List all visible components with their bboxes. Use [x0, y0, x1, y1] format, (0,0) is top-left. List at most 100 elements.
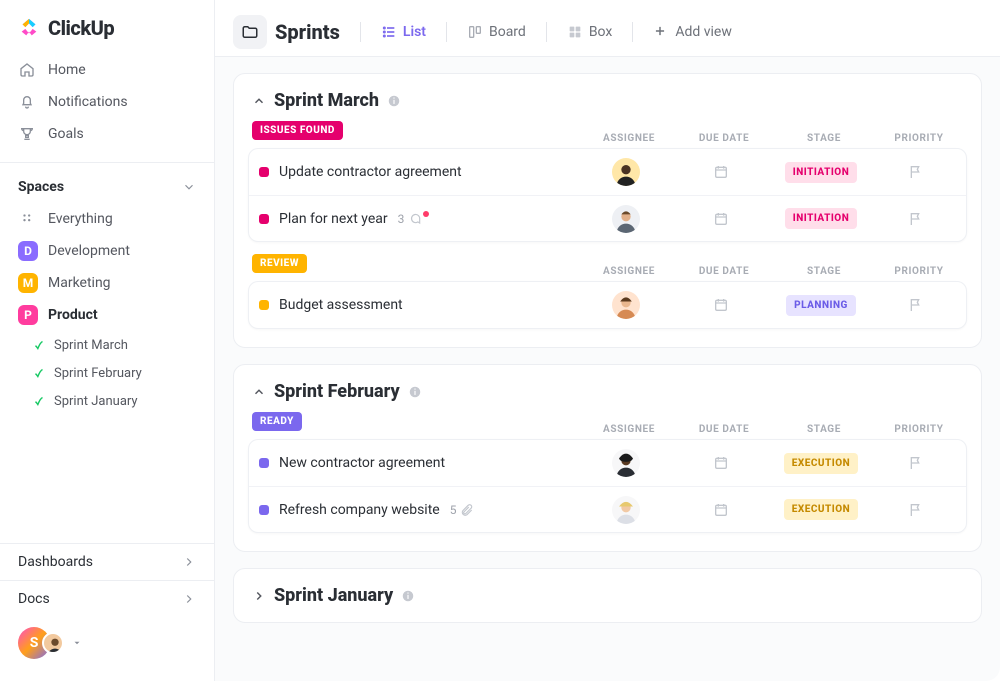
chevron-down-icon [72, 638, 82, 648]
due-date-cell[interactable] [676, 297, 766, 313]
folder-icon[interactable] [233, 15, 267, 49]
info-icon[interactable] [408, 385, 422, 399]
due-date-cell[interactable] [676, 211, 766, 227]
user-menu[interactable]: S [0, 617, 214, 669]
list-icon [381, 24, 397, 40]
assignee-avatar[interactable] [612, 158, 640, 186]
stage-chip[interactable]: INITIATION [785, 208, 858, 229]
assignee-avatar[interactable] [612, 496, 640, 524]
task-title-text: Budget assessment [279, 297, 403, 313]
separator [632, 22, 633, 42]
task-group: Budget assessment PLANNING [248, 281, 967, 329]
col-assignee: ASSIGNEE [579, 424, 679, 435]
status-square-icon [259, 300, 269, 310]
due-date-cell[interactable] [676, 164, 766, 180]
due-date-cell[interactable] [676, 502, 766, 518]
nav-notifications[interactable]: Notifications [14, 86, 200, 118]
dashboards-label: Dashboards [18, 554, 93, 570]
nav-label: Goals [48, 126, 84, 142]
sprint-toggle[interactable]: Sprint January [248, 583, 967, 608]
status-square-icon [259, 505, 269, 515]
task-group: New contractor agreement EXECUTION Refre… [248, 439, 967, 533]
assignee-avatar[interactable] [612, 449, 640, 477]
col-stage: STAGE [769, 133, 879, 144]
view-tab-box[interactable]: Box [561, 20, 619, 44]
stage-chip[interactable]: INITIATION [785, 162, 858, 183]
comment-count[interactable]: 3 [398, 212, 433, 226]
sprint-icon [32, 394, 46, 408]
plus-icon [653, 24, 669, 40]
spaces-label: Spaces [18, 179, 64, 195]
sprint-link-label: Sprint February [54, 366, 142, 381]
page-title: Sprints [275, 20, 340, 44]
brand-name: ClickUp [48, 16, 114, 40]
task-row[interactable]: New contractor agreement EXECUTION [249, 440, 966, 486]
nav-docs[interactable]: Docs [0, 580, 214, 617]
priority-cell[interactable] [876, 164, 956, 180]
sprint-card-january: Sprint January [233, 568, 982, 623]
space-product[interactable]: P Product [0, 299, 214, 331]
sprint-link-january[interactable]: Sprint January [14, 387, 214, 415]
col-assignee: ASSIGNEE [579, 133, 679, 144]
sprint-toggle[interactable]: Sprint February [248, 379, 967, 412]
view-tab-list[interactable]: List [375, 20, 432, 44]
chevron-right-icon [182, 592, 196, 606]
space-development[interactable]: D Development [0, 235, 214, 267]
sprint-toggle[interactable]: Sprint March [248, 88, 967, 121]
assignee-avatar[interactable] [612, 291, 640, 319]
sprint-icon [32, 338, 46, 352]
stage-chip[interactable]: EXECUTION [784, 499, 858, 520]
columns-header: ASSIGNEE DUE DATE STAGE PRIORITY [571, 133, 967, 144]
view-tab-label: Box [589, 24, 613, 40]
board-icon [467, 24, 483, 40]
priority-cell[interactable] [876, 297, 956, 313]
due-date-cell[interactable] [676, 455, 766, 471]
trophy-icon [18, 125, 36, 143]
sprint-card-february: Sprint February READY ASSIGNEE DUE DATE … [233, 364, 982, 552]
nav-label: Home [48, 62, 86, 78]
info-icon[interactable] [387, 94, 401, 108]
nav-home[interactable]: Home [14, 54, 200, 86]
product-children: Sprint March Sprint February Sprint Janu… [0, 331, 214, 415]
status-pill[interactable]: REVIEW [252, 254, 307, 273]
sprint-icon [32, 366, 46, 380]
view-tab-label: Board [489, 24, 526, 40]
brand-logo[interactable]: ClickUp [0, 16, 214, 50]
everything-icon [18, 209, 38, 229]
status-pill[interactable]: READY [252, 412, 302, 431]
task-row[interactable]: Update contractor agreement INITIATION [249, 149, 966, 195]
priority-cell[interactable] [876, 502, 956, 518]
priority-cell[interactable] [876, 211, 956, 227]
spaces-header[interactable]: Spaces [0, 171, 214, 203]
assignee-avatar[interactable] [612, 205, 640, 233]
task-row[interactable]: Plan for next year 3 INITIATION [249, 195, 966, 241]
space-marketing[interactable]: M Marketing [0, 267, 214, 299]
nav-dashboards[interactable]: Dashboards [0, 543, 214, 580]
columns-header: ASSIGNEE DUE DATE STAGE PRIORITY [571, 424, 967, 435]
comment-count-value: 3 [398, 212, 405, 226]
attachment-count[interactable]: 5 [450, 503, 475, 517]
nav-goals[interactable]: Goals [14, 118, 200, 150]
info-icon[interactable] [401, 589, 415, 603]
task-row[interactable]: Refresh company website 5 EXECUTION [249, 486, 966, 532]
col-priority: PRIORITY [879, 266, 959, 277]
priority-cell[interactable] [876, 455, 956, 471]
bell-icon [18, 93, 36, 111]
space-everything[interactable]: Everything [0, 203, 214, 235]
user-photo [42, 632, 64, 654]
sprint-link-march[interactable]: Sprint March [14, 331, 214, 359]
content: Sprint March ISSUES FOUND ASSIGNEE DUE D… [215, 56, 1000, 681]
task-title-text: Plan for next year [279, 211, 388, 227]
sprint-link-february[interactable]: Sprint February [14, 359, 214, 387]
view-tab-label: Add view [675, 24, 732, 40]
chevron-up-icon [252, 385, 266, 399]
status-pill[interactable]: ISSUES FOUND [252, 121, 343, 140]
stage-chip[interactable]: PLANNING [786, 295, 856, 316]
main: Sprints List Board Box Add view [215, 0, 1000, 681]
view-tab-board[interactable]: Board [461, 20, 532, 44]
stage-chip[interactable]: EXECUTION [784, 453, 858, 474]
task-row[interactable]: Budget assessment PLANNING [249, 282, 966, 328]
add-view-button[interactable]: Add view [647, 20, 738, 44]
status-square-icon [259, 167, 269, 177]
task-title-text: New contractor agreement [279, 455, 445, 471]
